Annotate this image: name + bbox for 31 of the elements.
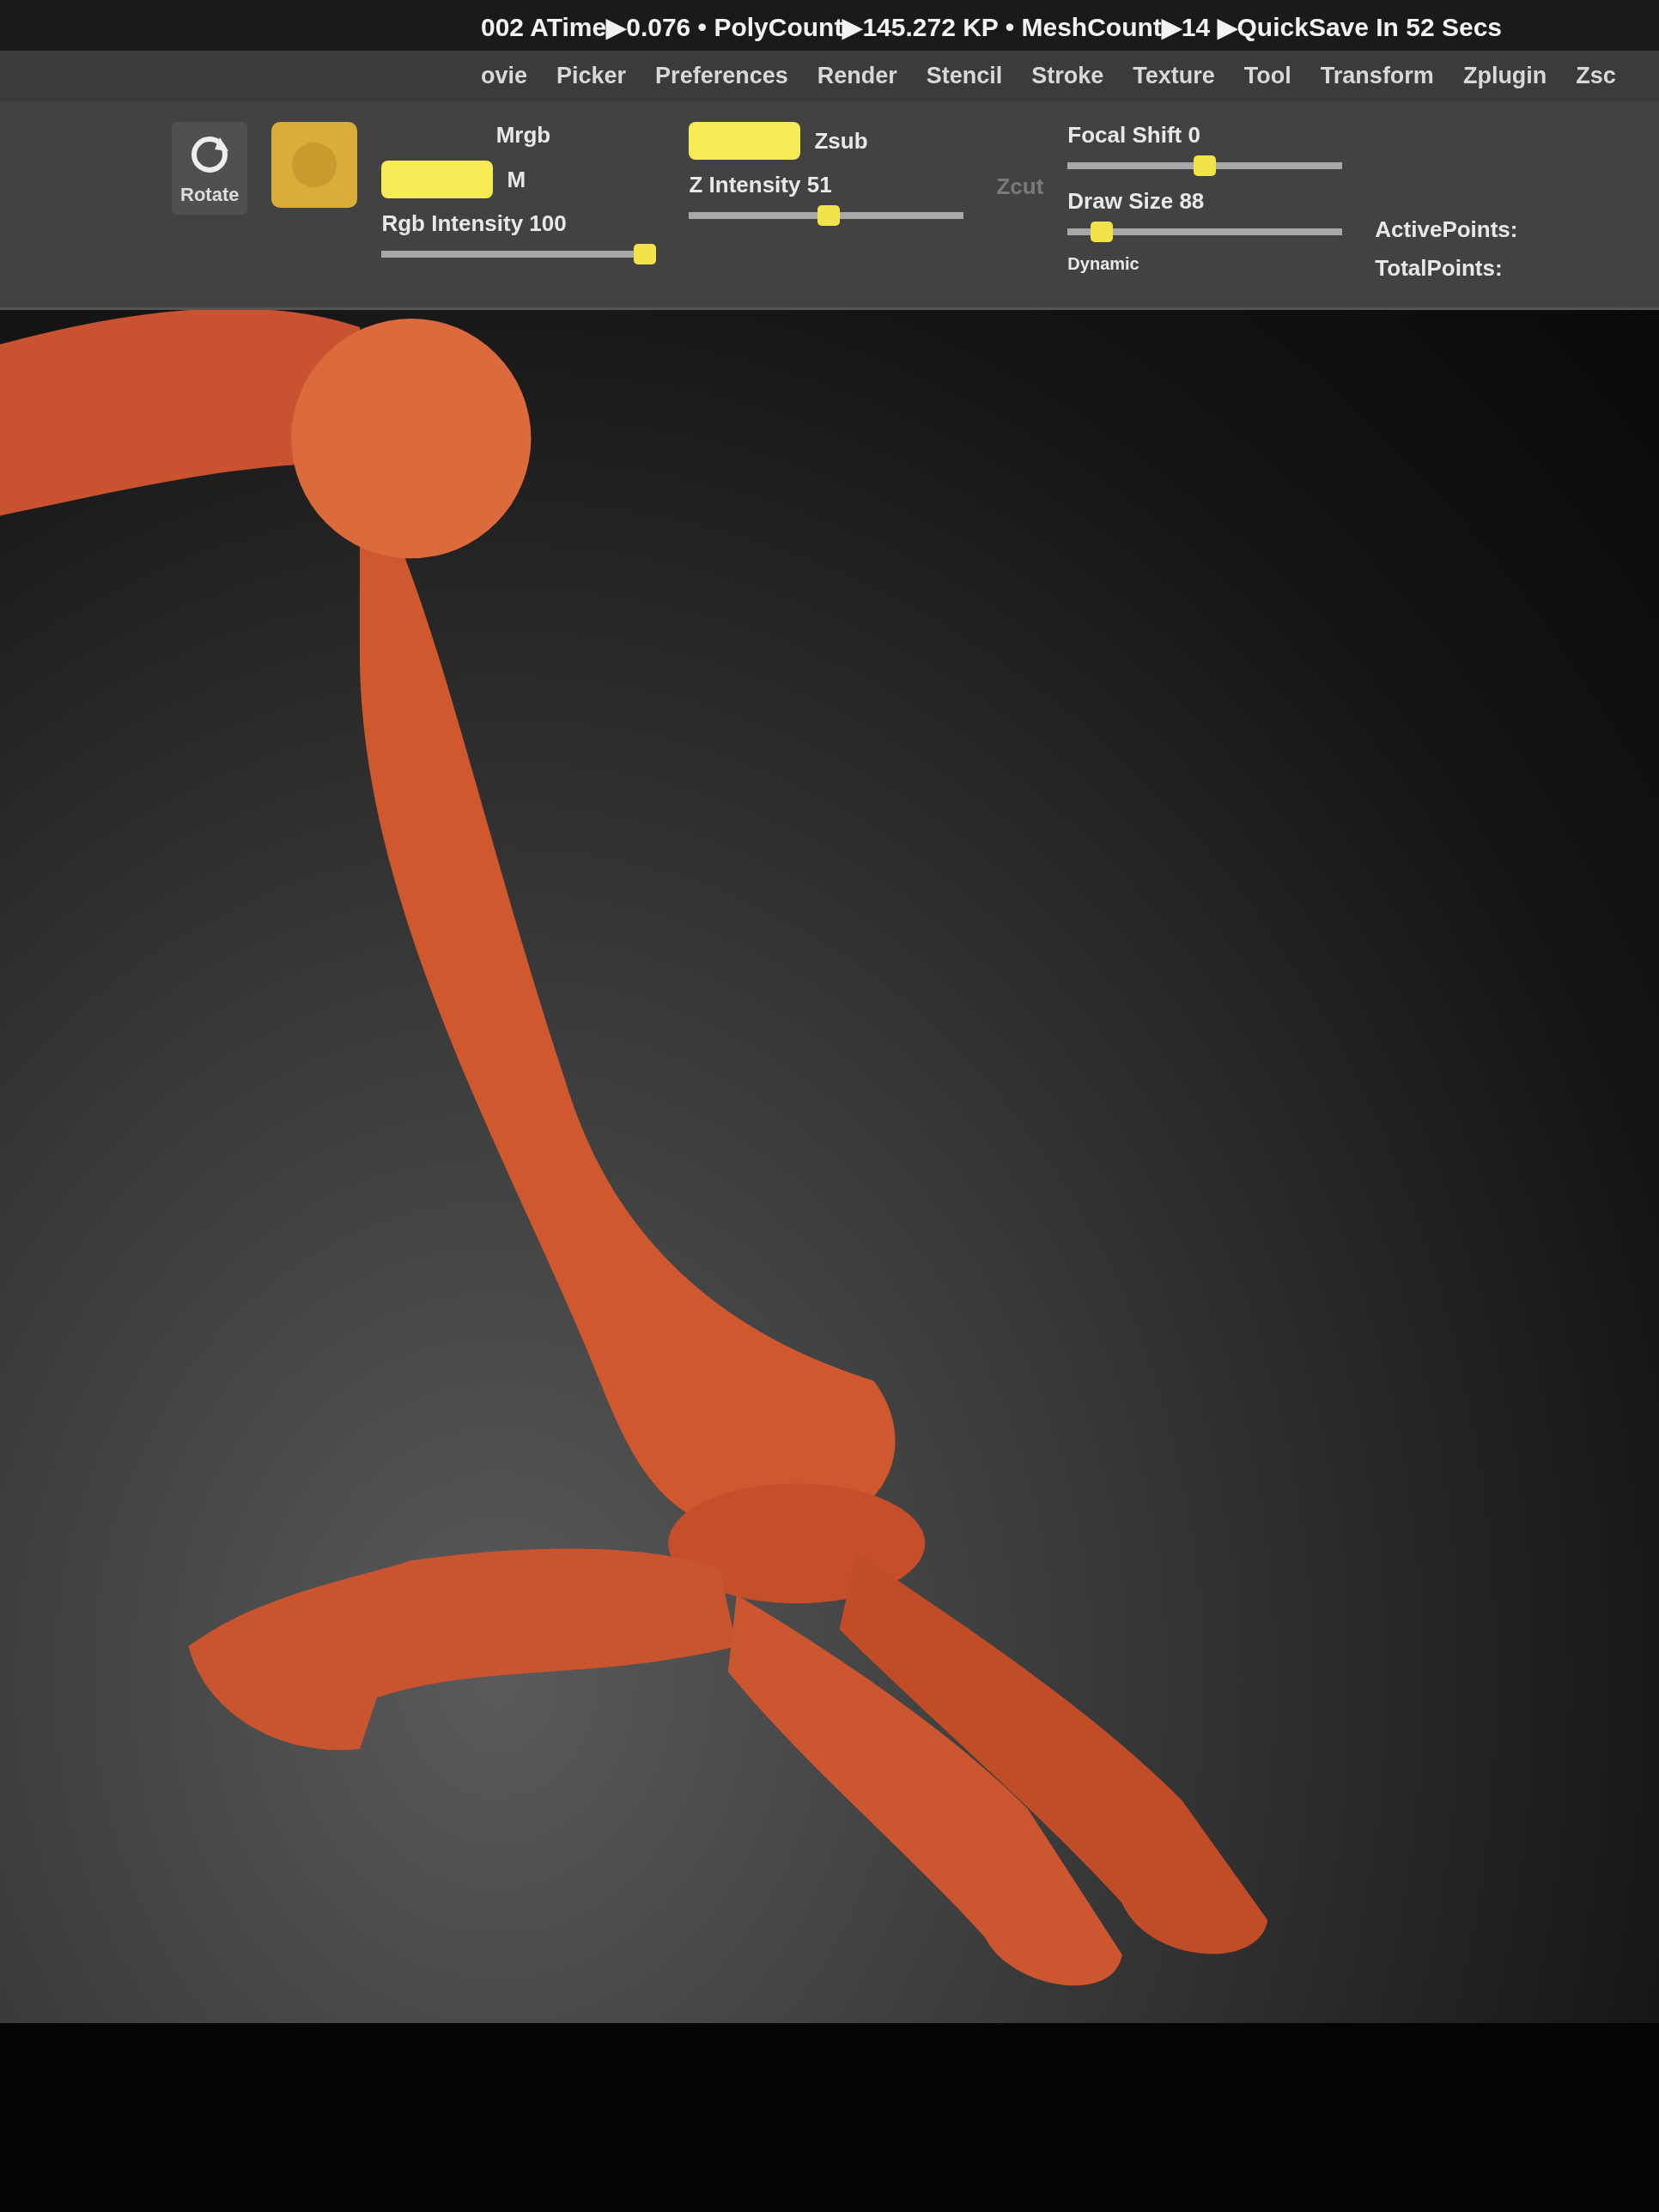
slider-thumb[interactable] (1194, 155, 1217, 176)
viewport[interactable] (0, 310, 1659, 2023)
slider-label: Focal Shift 0 (1067, 122, 1201, 149)
zadd-toggle[interactable] (689, 122, 801, 160)
material-swatch[interactable] (271, 122, 358, 208)
menu-item[interactable]: Picker (556, 59, 627, 93)
menu-item[interactable]: ovie (481, 59, 528, 93)
slider-label: Rgb Intensity 100 (381, 210, 568, 237)
zsub-button[interactable]: Zsub (814, 127, 868, 155)
slider-label: Z Intensity 51 (689, 172, 833, 198)
menu-item[interactable]: Render (817, 59, 897, 93)
menu-item[interactable]: Zplugin (1462, 59, 1547, 93)
points-label: TotalPoints: (1375, 255, 1504, 282)
slider-thumb[interactable] (817, 205, 841, 226)
status-text: 002 ATime▶0.076 • PolyCount▶145.272 KP • MeshCount▶14 ▶QuickSave In 52 Secs (0, 0, 1659, 51)
slider-label: Draw Size 88 (1067, 188, 1206, 215)
rotate-button[interactable]: Rotate (172, 122, 248, 215)
menu-item[interactable]: Zsc (1576, 59, 1616, 93)
menu-item[interactable]: Texture (1133, 59, 1215, 93)
menu-item[interactable]: Tool (1243, 59, 1291, 93)
menu-item[interactable]: Stroke (1031, 59, 1104, 93)
slider-thumb[interactable] (1090, 222, 1113, 242)
menu-item[interactable]: Transform (1320, 59, 1434, 93)
points-label: ActivePoints: (1375, 216, 1518, 243)
menu-item[interactable]: Stencil (926, 59, 1003, 93)
m-button[interactable]: M (507, 166, 526, 193)
slider-thumb[interactable] (634, 244, 657, 264)
menu-item[interactable]: Preferences (655, 59, 788, 93)
rgb-toggle[interactable] (381, 161, 494, 198)
dynamic-label[interactable]: Dynamic (1067, 254, 1352, 274)
mrgb-button[interactable]: Mrgb (381, 122, 665, 149)
